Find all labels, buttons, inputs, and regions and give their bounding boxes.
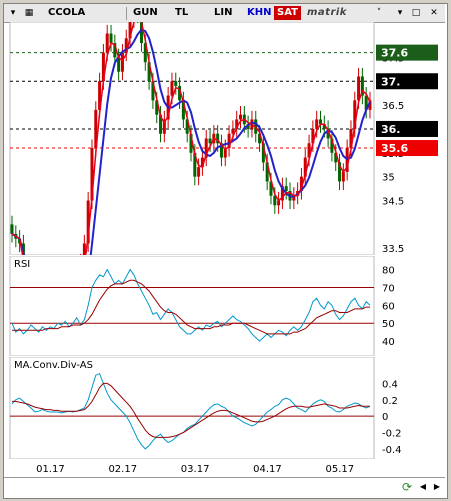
candle-body: [197, 167, 201, 177]
matrik-logo: matrik: [307, 7, 347, 18]
price-tick-label: 34.5: [382, 197, 404, 208]
scroll-left-icon[interactable]: ◀: [416, 480, 430, 494]
candle-body: [341, 171, 345, 182]
price-tick-label: 36.5: [382, 101, 404, 112]
scale-button[interactable]: LIN: [214, 6, 232, 20]
macd-tick-label: 0: [382, 412, 388, 423]
maximize-icon[interactable]: □: [409, 6, 423, 20]
refresh-icon[interactable]: ⟳: [400, 480, 414, 494]
rsi-tick-label: 80: [382, 266, 395, 277]
currency-button[interactable]: TL: [175, 6, 188, 20]
dropdown-icon[interactable]: ▾: [393, 6, 407, 20]
x-tick-label: 01.17: [36, 464, 65, 475]
candle-body: [10, 224, 14, 234]
rsi-panel[interactable]: RSI 40 50 60 70 80: [4, 256, 445, 356]
x-tick-label: 05.17: [326, 464, 355, 475]
macd-panel[interactable]: MA.Conv.Div-AS -0.4 -0.2 0 0.2 0.4: [4, 357, 445, 459]
price-level-badge-label: 37.: [381, 75, 401, 88]
rsi-tick-label: 60: [382, 301, 395, 312]
x-tick-label: 03.17: [181, 464, 210, 475]
price-tick-label: 33.5: [382, 244, 404, 255]
macd-tick-label: -0.2: [382, 429, 402, 440]
chart-window: ▾ ▦ CCOLA GUN TL LIN KHN SAT matrik ˅ ▾ …: [0, 0, 451, 501]
x-axis: 01.17 02.17 03.17 04.17 05.17: [36, 464, 355, 475]
sell-button[interactable]: SAT: [274, 6, 301, 20]
symbol-label[interactable]: CCOLA: [48, 6, 85, 20]
bought-button[interactable]: KHN: [247, 6, 272, 20]
candle-body: [120, 52, 124, 72]
close-icon[interactable]: ✕: [427, 6, 441, 20]
macd-title: MA.Conv.Div-AS: [14, 360, 93, 371]
price-level-badge-label: 35.6: [381, 142, 408, 155]
rsi-plot-area: [9, 256, 375, 356]
candle-body: [239, 114, 243, 120]
period-button[interactable]: GUN: [133, 6, 158, 20]
candle-body: [174, 81, 178, 87]
price-level-badge-label: 36.: [381, 123, 401, 136]
navigation-bar: ⟳ ◀ ▶: [4, 477, 445, 497]
x-tick-label: 04.17: [253, 464, 282, 475]
price-level-badge-label: 37.6: [381, 47, 408, 60]
candle-body: [170, 81, 174, 96]
candle-body: [284, 186, 288, 191]
toolbar-divider: [126, 7, 127, 20]
chevron-down-icon[interactable]: ˅: [372, 6, 386, 20]
macd-tick-label: 0.4: [382, 379, 398, 390]
macd-tick-label: 0.2: [382, 396, 398, 407]
macd-tick-label: -0.4: [382, 445, 402, 456]
macd-plot-area: [9, 357, 375, 459]
price-panel[interactable]: 33.534.53535.53636.53737.537.637.36.35.6: [4, 22, 445, 255]
toolbar: ▾ ▦ CCOLA GUN TL LIN KHN SAT matrik ˅ ▾ …: [4, 4, 445, 23]
rsi-title: RSI: [14, 259, 30, 270]
compare-icon[interactable]: ▦: [22, 6, 36, 20]
rsi-tick-label: 70: [382, 283, 395, 294]
x-tick-label: 02.17: [108, 464, 137, 475]
rsi-tick-label: 50: [382, 319, 395, 330]
scroll-right-icon[interactable]: ▶: [430, 480, 444, 494]
menu-icon[interactable]: ▾: [6, 6, 20, 20]
candle-body: [109, 33, 113, 44]
rsi-tick-label: 40: [382, 337, 395, 348]
price-tick-label: 35: [382, 173, 395, 184]
